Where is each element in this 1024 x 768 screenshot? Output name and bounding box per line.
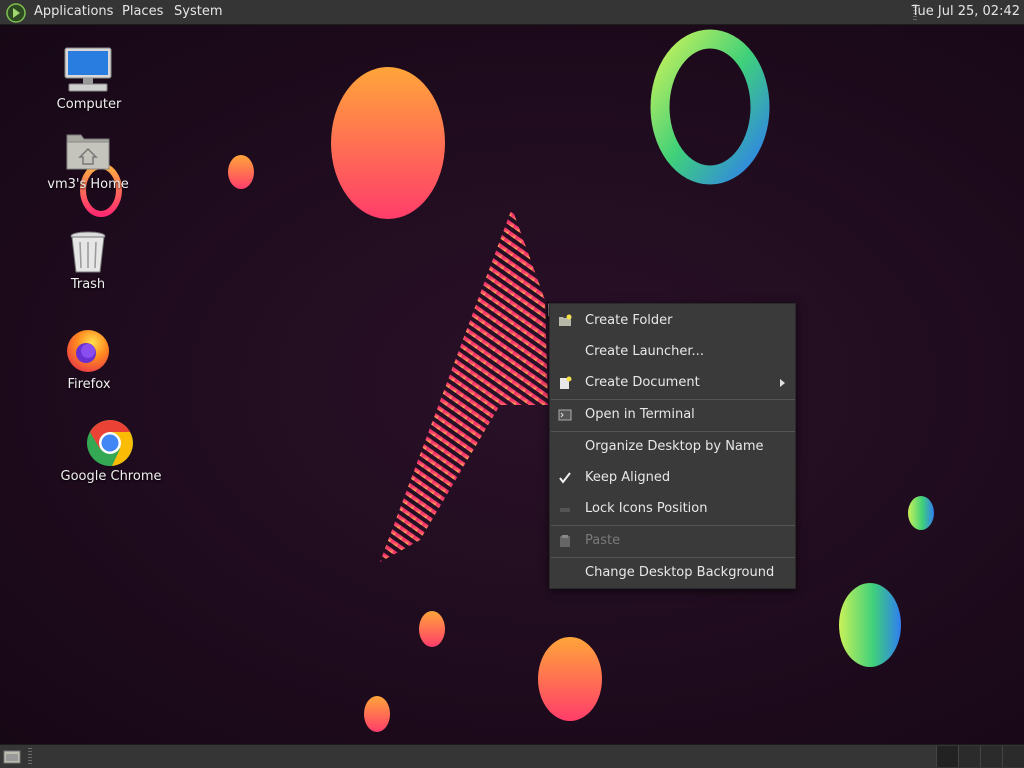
menu-item-label: Create Folder	[585, 313, 673, 328]
places-menu[interactable]: Places	[122, 4, 163, 20]
terminal-icon	[558, 409, 572, 421]
desktop-context-menu: Create Folder Create Launcher... Create …	[549, 303, 796, 589]
lock-icon	[560, 508, 570, 512]
applications-menu[interactable]: Applications	[34, 4, 113, 20]
workspace-2[interactable]	[958, 746, 980, 767]
desktop-icon-label: vm3's Home	[47, 177, 129, 192]
menu-item-label: Create Launcher...	[585, 344, 704, 359]
bottom-panel	[0, 744, 1024, 768]
menu-item-label: Keep Aligned	[585, 470, 671, 485]
trash-icon	[70, 231, 106, 273]
menu-item-label: Change Desktop Background	[585, 565, 775, 580]
menu-item-label: Open in Terminal	[585, 407, 695, 422]
desktop-icon-label: Trash	[70, 277, 106, 292]
folder-new-icon	[559, 314, 572, 326]
menu-item-label: Paste	[585, 533, 621, 548]
menu-item-lock-icons-position[interactable]: Lock Icons Position	[550, 494, 795, 524]
menu-item-keep-aligned[interactable]: Keep Aligned	[550, 463, 795, 493]
desktop-icon-label: Firefox	[67, 377, 111, 392]
document-new-icon	[560, 376, 572, 389]
chrome-icon	[87, 420, 133, 466]
workspace-4[interactable]	[1002, 746, 1024, 767]
system-menu[interactable]: System	[174, 4, 222, 20]
menu-item-label: Organize Desktop by Name	[585, 439, 764, 454]
menu-item-create-launcher[interactable]: Create Launcher...	[550, 337, 795, 367]
firefox-icon	[67, 330, 109, 372]
menu-item-label: Create Document	[585, 375, 700, 390]
panel-drag-handle[interactable]	[28, 748, 32, 765]
menu-item-paste: Paste	[550, 526, 795, 556]
computer-icon	[64, 47, 112, 92]
clock[interactable]: Tue Jul 25, 02:42	[912, 4, 1020, 20]
menu-item-open-in-terminal[interactable]: Open in Terminal	[550, 400, 795, 430]
menu-item-create-document[interactable]: Create Document	[550, 368, 795, 398]
menu-item-label: Lock Icons Position	[585, 501, 708, 516]
wallpaper	[80, 29, 934, 732]
top-panel: Applications Places System Tue Jul 25, 0…	[0, 0, 1024, 25]
menu-item-create-folder[interactable]: Create Folder	[550, 306, 795, 336]
home-folder-icon	[66, 134, 110, 170]
mate-menu-icon[interactable]	[6, 3, 26, 23]
desktop-icon-label: Google Chrome	[60, 469, 162, 484]
workspace-1[interactable]	[936, 746, 958, 767]
menu-item-organize-by-name[interactable]: Organize Desktop by Name	[550, 432, 795, 462]
show-desktop-icon[interactable]	[3, 749, 21, 764]
paste-icon	[560, 535, 570, 547]
desktop-icon-label: Computer	[56, 97, 122, 112]
submenu-arrow-icon	[780, 379, 785, 387]
workspace-3[interactable]	[980, 746, 1002, 767]
desktop[interactable]: Computer vm3's Home Trash Firefox Google…	[0, 25, 1024, 744]
menu-item-change-desktop-background[interactable]: Change Desktop Background	[550, 558, 795, 588]
checkmark-icon	[559, 472, 571, 484]
